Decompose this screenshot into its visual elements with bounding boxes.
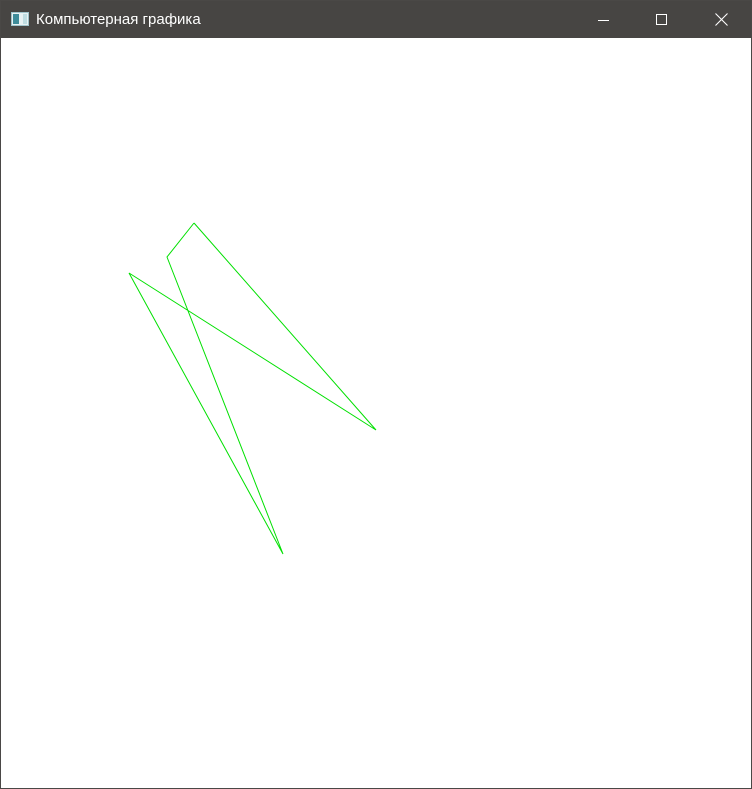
drawing-svg [128, 222, 377, 555]
maximize-icon [656, 13, 668, 26]
minimize-icon [598, 14, 610, 26]
drawing-canvas[interactable] [1, 38, 751, 788]
title-bar[interactable]: Компьютерная графика [1, 1, 751, 38]
close-icon [714, 13, 728, 26]
window-title: Компьютерная графика [36, 11, 201, 28]
app-window: Компьютерная графика [0, 0, 752, 789]
minimize-button[interactable] [575, 1, 633, 38]
maximize-button[interactable] [633, 1, 691, 38]
window-app-icon[interactable] [11, 12, 29, 26]
green-polyline-figure [128, 222, 377, 555]
close-button[interactable] [691, 1, 751, 38]
